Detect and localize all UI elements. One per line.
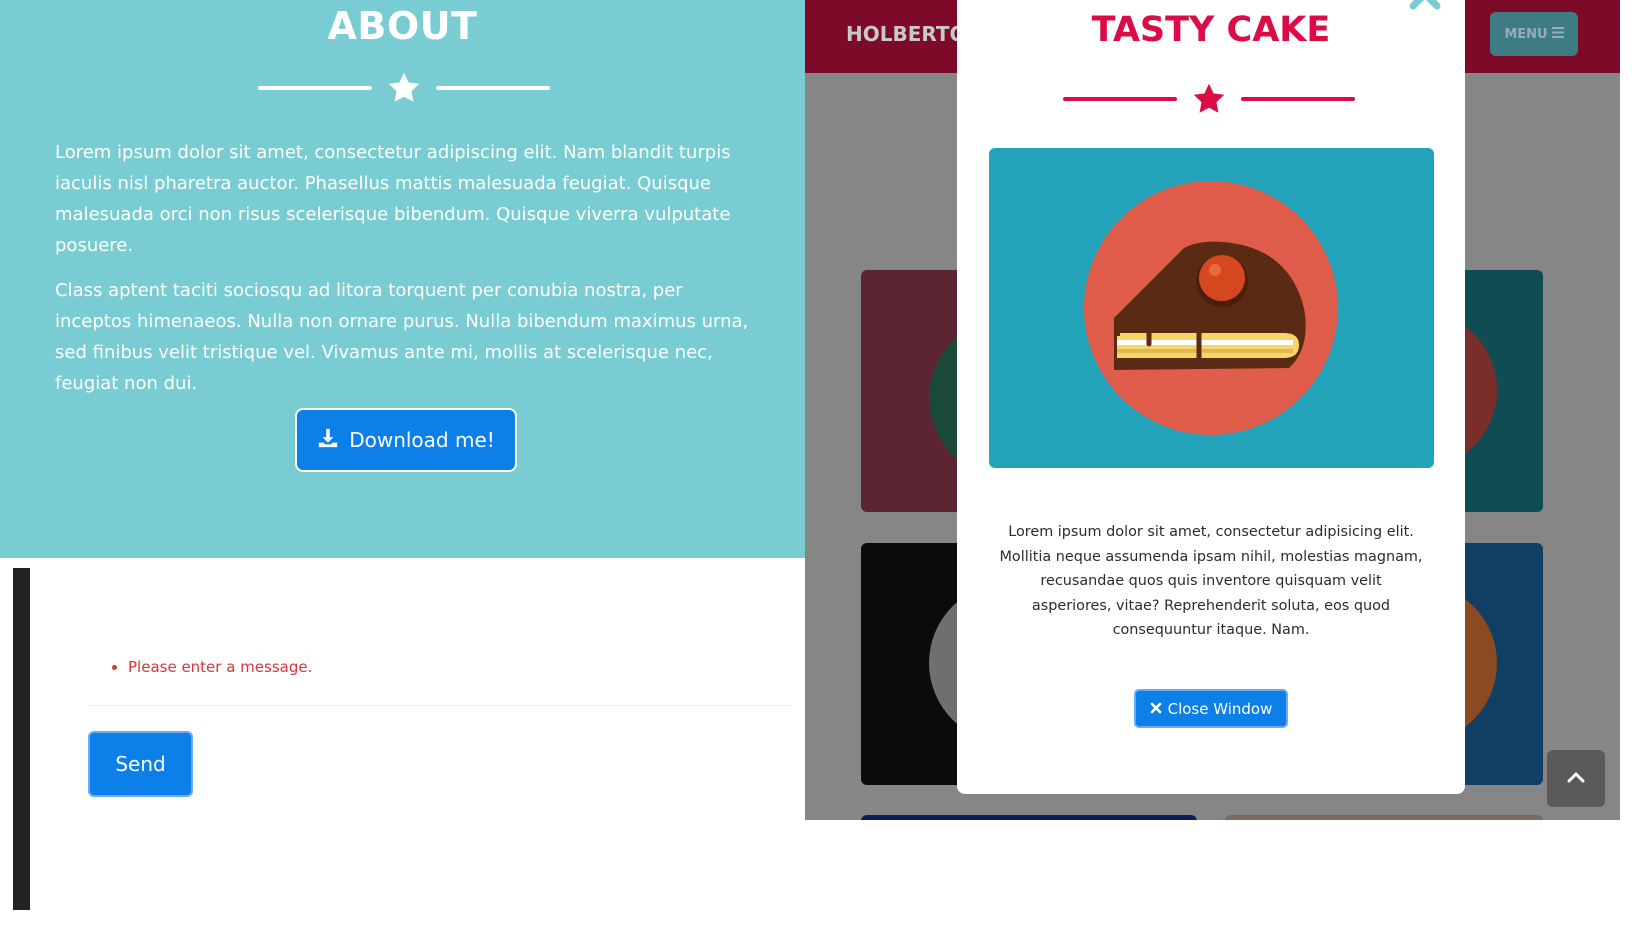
about-title: ABOUT <box>327 4 478 48</box>
portfolio-item[interactable] <box>861 815 1197 820</box>
about-paragraph-2: Class aptent taciti sociosqu ad litora t… <box>55 280 749 394</box>
close-window-label: Close Window <box>1167 699 1273 718</box>
modal-divider <box>1063 81 1355 117</box>
scroll-top-button[interactable] <box>1547 750 1605 807</box>
form-divider <box>88 705 792 706</box>
cake-image <box>989 148 1434 468</box>
star-icon <box>386 70 422 106</box>
close-icon <box>1150 700 1162 718</box>
cake-illustration <box>1084 181 1338 435</box>
divider-line-right <box>1241 97 1355 101</box>
download-button[interactable]: Download me! <box>295 408 517 472</box>
star-icon <box>1191 81 1227 117</box>
navbar-brand[interactable]: HOLBERTO <box>846 22 967 46</box>
bars-icon <box>1551 26 1564 42</box>
divider-line-left <box>1063 97 1177 101</box>
close-window-button[interactable]: Close Window <box>1134 689 1288 728</box>
menu-button-label: MENU <box>1504 26 1548 42</box>
side-scrollbar <box>13 568 30 910</box>
modal-description: Lorem ipsum dolor sit amet, consectetur … <box>999 524 1423 638</box>
modal-title: TASTY CAKE <box>1091 10 1331 50</box>
form-error-list: Please enter a message. <box>112 658 312 676</box>
divider-line-left <box>258 86 372 90</box>
divider-line-right <box>436 86 550 90</box>
about-divider <box>258 70 550 106</box>
error-message: Please enter a message. <box>112 658 312 676</box>
download-button-label: Download me! <box>349 428 495 452</box>
portfolio-item[interactable] <box>1225 815 1543 820</box>
download-icon <box>317 427 339 454</box>
menu-button[interactable]: MENU <box>1490 12 1578 56</box>
send-button[interactable]: Send <box>88 731 193 797</box>
portfolio-modal: TASTY CAKE Lorem ipsum dolor sit amet, c… <box>957 0 1465 794</box>
about-paragraph-1: Lorem ipsum dolor sit amet, consectetur … <box>55 142 731 256</box>
about-section: ABOUT Lorem ipsum dolor sit amet, consec… <box>0 0 805 558</box>
chevron-up-icon <box>1567 770 1585 788</box>
